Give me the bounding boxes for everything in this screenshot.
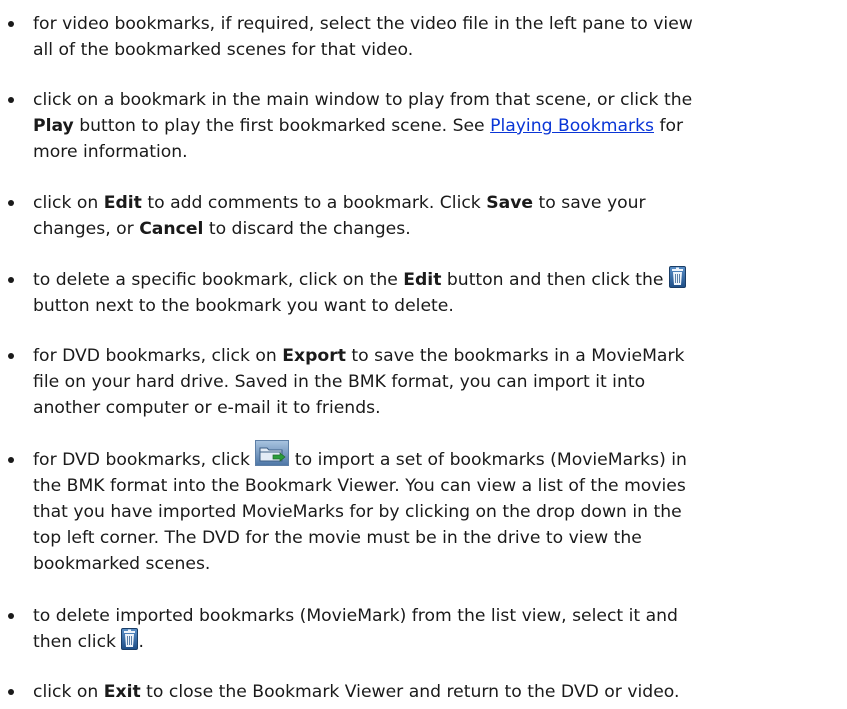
bullet xyxy=(8,97,14,103)
text-line: more information. xyxy=(33,142,188,162)
text-line: for DVD bookmarks, click on Export to sa… xyxy=(33,346,684,366)
text-line: bookmarked scenes. xyxy=(33,554,211,574)
import-folder-icon xyxy=(255,440,290,466)
text-line: to delete imported bookmarks (MovieMark)… xyxy=(33,606,678,626)
text-line: that you have imported MovieMarks for by… xyxy=(33,502,682,522)
text-line: all of the bookmarked scenes for that vi… xyxy=(33,40,414,60)
text-segment: to delete a specific bookmark, click on … xyxy=(33,270,404,290)
text-line: for DVD bookmarks, click to import a set… xyxy=(33,440,687,470)
text-line: click on a bookmark in the main window t… xyxy=(33,90,693,110)
text-segment: for DVD bookmarks, click xyxy=(33,450,256,470)
text-line: button next to the bookmark you want to … xyxy=(33,296,454,316)
text-segment: for DVD bookmarks, click on xyxy=(33,346,283,366)
edit-label: Edit xyxy=(403,270,442,290)
text-segment: to import a set of bookmarks (MovieMarks… xyxy=(289,450,687,470)
text-line: file on your hard drive. Saved in the BM… xyxy=(33,372,646,392)
text-segment: changes, or xyxy=(33,219,140,239)
bullet xyxy=(8,200,14,206)
bullet xyxy=(8,689,14,695)
text-segment: to save the bookmarks in a MovieMark xyxy=(345,346,685,366)
bullet xyxy=(8,457,14,463)
cancel-label: Cancel xyxy=(139,219,204,239)
trash-can-icon xyxy=(121,628,139,650)
exit-label: Exit xyxy=(103,682,141,702)
text-line: click on Edit to add comments to a bookm… xyxy=(33,193,646,213)
text-line: the BMK format into the Bookmark Viewer.… xyxy=(33,476,686,496)
text-line: another computer or e-mail it to friends… xyxy=(33,398,381,418)
bullet xyxy=(8,353,14,359)
text-line: to delete a specific bookmark, click on … xyxy=(33,266,686,290)
text-segment: for xyxy=(654,116,684,136)
bullet xyxy=(8,277,14,283)
text-segment: to save your xyxy=(533,193,646,213)
edit-label: Edit xyxy=(103,193,142,213)
playing-bookmarks-link[interactable]: Playing Bookmarks xyxy=(490,116,654,136)
text-segment: to close the Bookmark Viewer and return … xyxy=(140,682,680,702)
text-segment: click on xyxy=(33,193,104,213)
text-segment: then click xyxy=(33,632,122,652)
text-segment: button to play the first bookmarked scen… xyxy=(73,116,491,136)
bullet xyxy=(8,613,14,619)
save-label: Save xyxy=(486,193,534,213)
bullet xyxy=(8,21,14,27)
text-segment: . xyxy=(138,632,144,652)
text-segment: to discard the changes. xyxy=(203,219,411,239)
play-label: Play xyxy=(33,116,74,136)
text-line: changes, or Cancel to discard the change… xyxy=(33,219,411,239)
text-line: top left corner. The DVD for the movie m… xyxy=(33,528,642,548)
text-line: then click . xyxy=(33,628,144,652)
text-segment: button and then click the xyxy=(441,270,669,290)
trash-can-icon xyxy=(668,266,686,288)
text-segment: click on xyxy=(33,682,104,702)
text-line: Play button to play the first bookmarked… xyxy=(33,116,683,136)
export-label: Export xyxy=(282,346,346,366)
text-line: click on Exit to close the Bookmark View… xyxy=(33,682,679,702)
text-line: for video bookmarks, if required, select… xyxy=(33,14,693,34)
text-segment: to add comments to a bookmark. Click xyxy=(141,193,487,213)
